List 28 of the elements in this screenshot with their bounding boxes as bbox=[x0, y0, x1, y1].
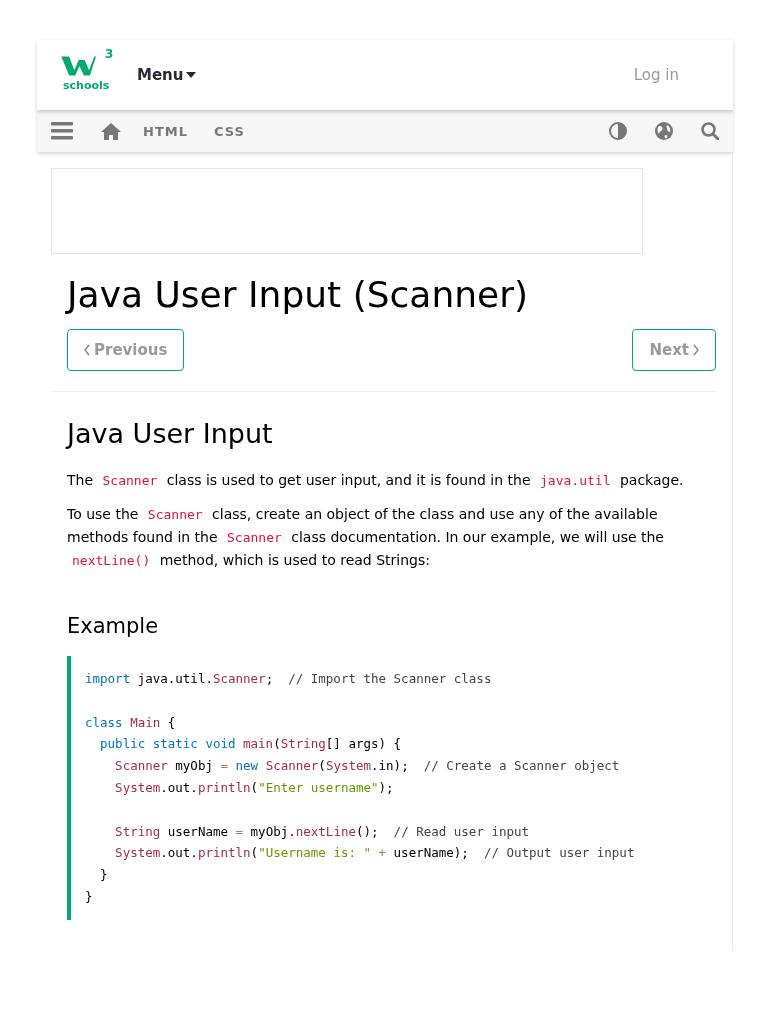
contrast-icon[interactable] bbox=[609, 122, 627, 140]
previous-button[interactable]: Previous bbox=[67, 329, 185, 371]
caret-icon bbox=[186, 72, 197, 78]
nav-link[interactable]: CSS bbox=[213, 123, 245, 139]
menu-button[interactable]: Menu bbox=[137, 66, 197, 84]
chevron-left-icon bbox=[84, 344, 90, 356]
code-line: class Main { bbox=[85, 713, 177, 732]
paragraph: The Scanner class is used to get user input, and it is found in the java.util package. bbox=[67, 471, 685, 490]
section-heading: Java User Input bbox=[67, 418, 274, 449]
code-line: Scanner myObj = new Scanner(System.in); // Create a Scanner object bbox=[114, 757, 621, 776]
home-icon[interactable] bbox=[101, 122, 121, 140]
nav-link[interactable]: HTML bbox=[143, 123, 188, 139]
code-line: String userName = myObj.nextLine(); // Read user input bbox=[114, 822, 531, 841]
example-heading: Example bbox=[67, 614, 160, 638]
chevron-right-icon bbox=[693, 344, 699, 356]
code-line: System.out.println("Enter username"); bbox=[114, 779, 395, 797]
page-title: Java User Input (Scanner) bbox=[67, 274, 530, 315]
code-line: } bbox=[99, 866, 109, 885]
code-line: import java.util.Scanner; // Import the Scanner class bbox=[85, 670, 493, 688]
search-icon[interactable] bbox=[701, 122, 719, 140]
paragraph: To use the Scanner class, create an object of the class and use any of the available methods found in the Scanner class documentation. In our example, we will use the nextLine() method, which is used to read Strings: bbox=[67, 505, 665, 570]
code-line: public static void main(String[] args) { bbox=[99, 735, 403, 754]
next-button[interactable]: Next bbox=[632, 329, 716, 371]
menu-icon[interactable] bbox=[51, 122, 73, 140]
code-line: System.out.println("Username is: " + userName); // Output user input bbox=[114, 844, 636, 863]
code-line: } bbox=[85, 887, 94, 906]
globe-icon[interactable] bbox=[655, 122, 673, 140]
login-link[interactable]: Log in bbox=[633, 66, 679, 84]
